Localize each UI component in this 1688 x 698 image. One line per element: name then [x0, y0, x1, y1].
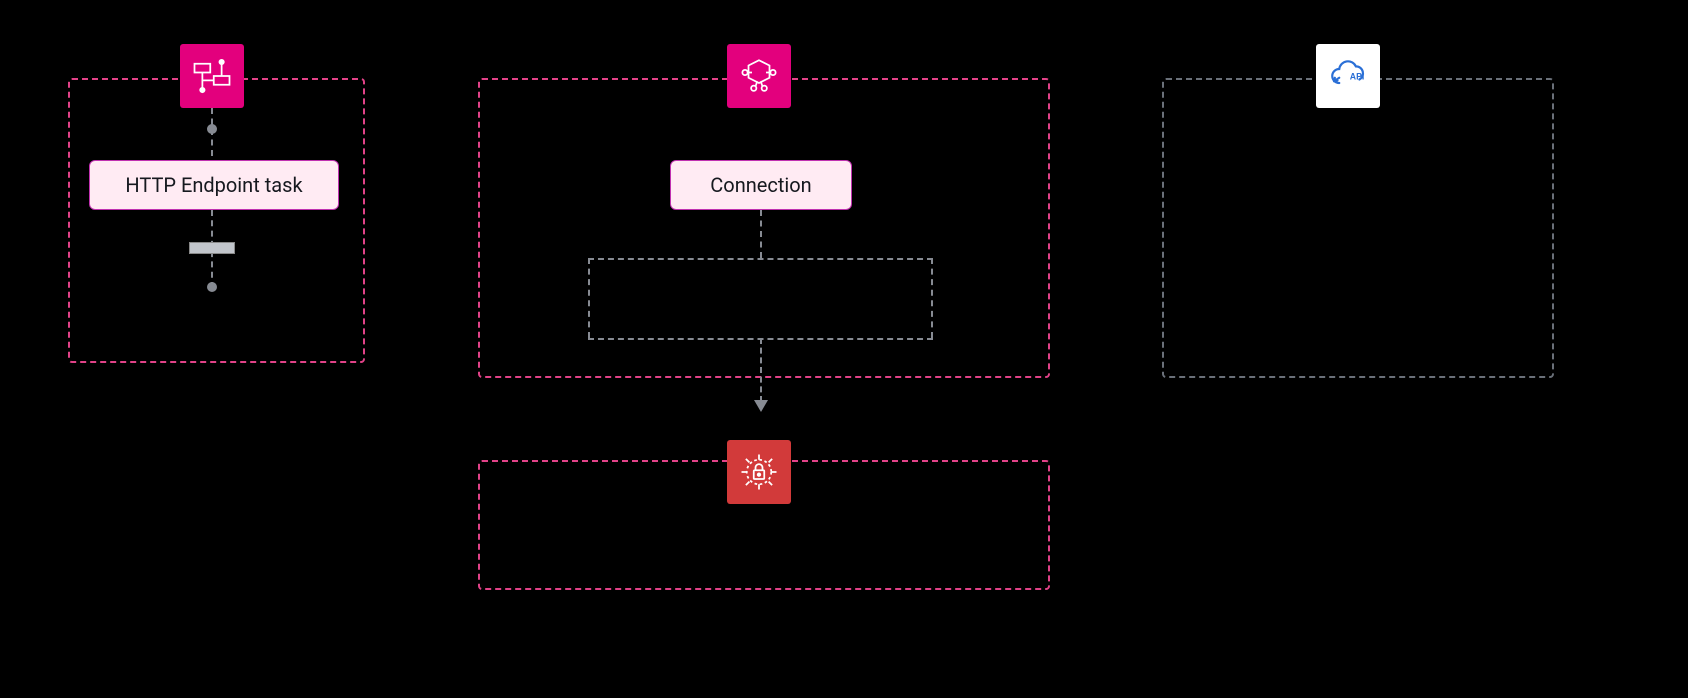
conn-arrowhead — [754, 400, 768, 412]
eventbridge-badge — [727, 44, 791, 108]
connection-label: Connection — [710, 173, 811, 197]
api-badge: API — [1316, 44, 1380, 108]
http-endpoint-task-label: HTTP Endpoint task — [125, 173, 302, 197]
eventbridge-icon — [738, 55, 780, 97]
eventbridge-container — [478, 78, 1050, 378]
stepfunctions-badge — [180, 44, 244, 108]
conn-split — [588, 258, 933, 260]
conn-right-down — [931, 258, 933, 338]
secrets-manager-icon — [738, 451, 780, 493]
http-endpoint-task-node: HTTP Endpoint task — [89, 160, 339, 210]
workflow-icon — [191, 55, 233, 97]
conn-to-sm — [760, 338, 762, 402]
api-cloud-icon: API — [1327, 55, 1369, 97]
conn-left-down — [588, 258, 590, 338]
stepfunctions-container — [68, 78, 365, 363]
connection-node: Connection — [670, 160, 852, 210]
secretsmanager-badge — [727, 440, 791, 504]
thirdparty-container — [1162, 78, 1554, 378]
sf-dot-top — [207, 124, 217, 134]
svg-text:API: API — [1350, 72, 1365, 82]
conn-down — [760, 210, 762, 258]
sf-dot-bottom — [207, 282, 217, 292]
sf-end-rect — [189, 242, 235, 254]
